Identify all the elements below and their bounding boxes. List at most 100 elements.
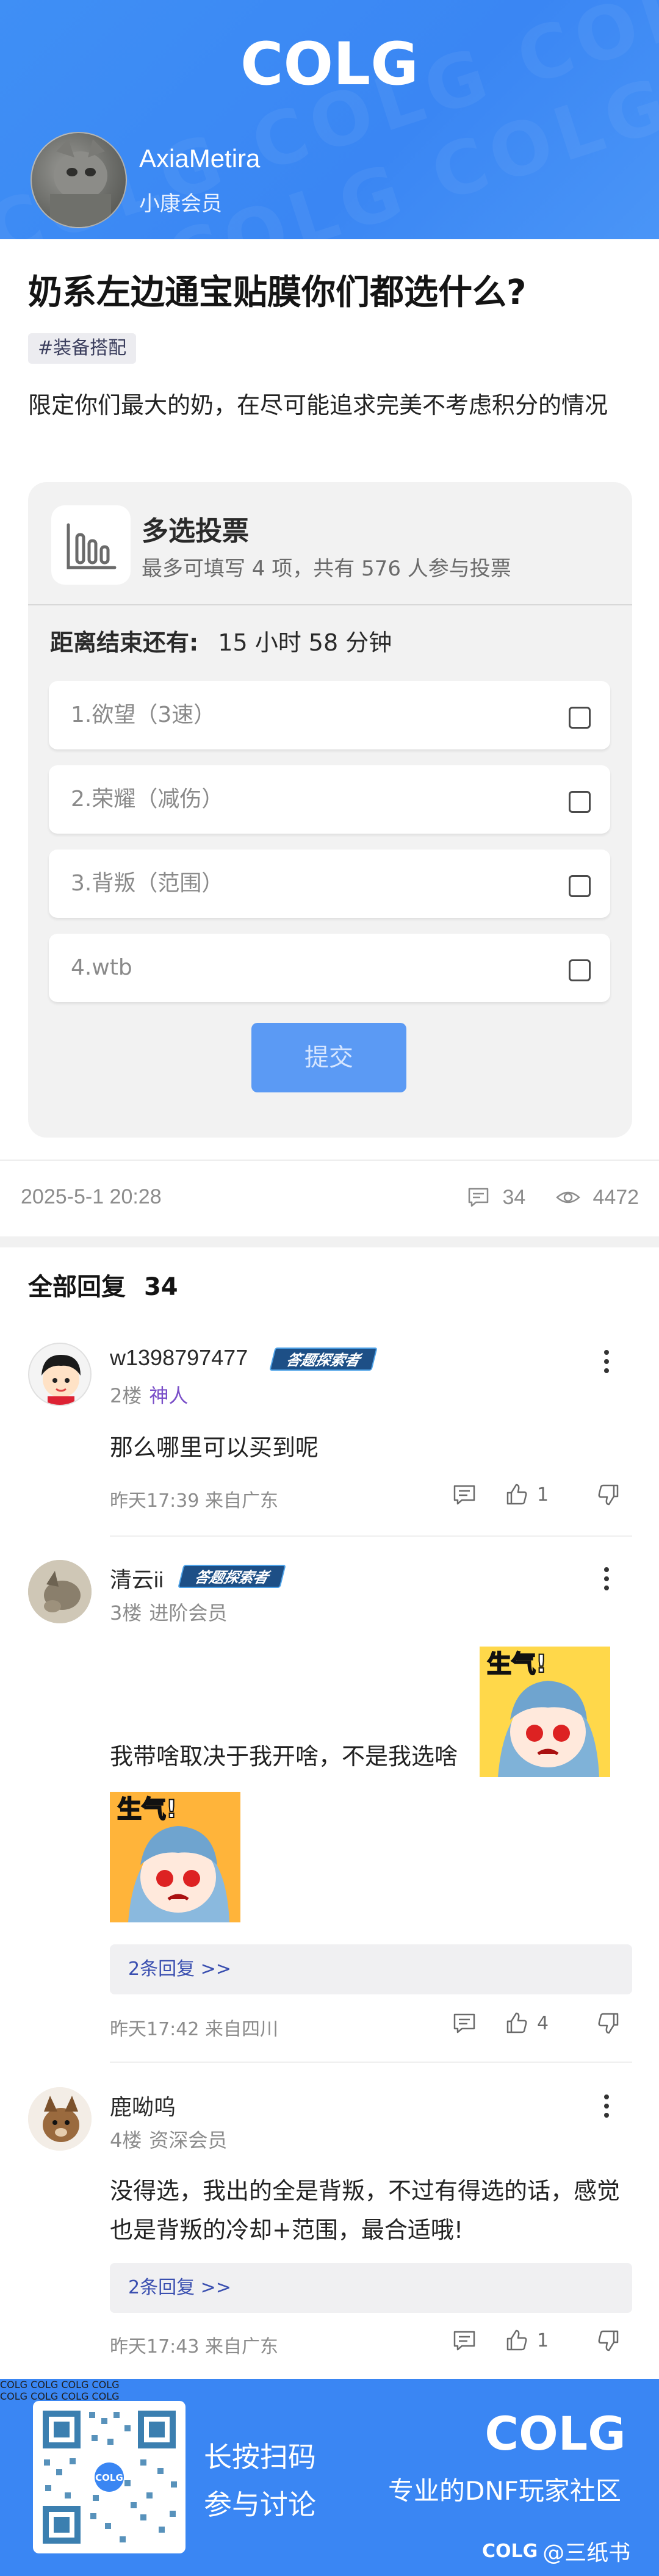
checkbox-icon[interactable] xyxy=(569,707,591,729)
colg-logo: COLG xyxy=(240,31,419,98)
dislike-button[interactable] xyxy=(596,2010,621,2036)
floor-number: 4楼 xyxy=(110,2129,142,2152)
reply-author-name[interactable]: 鹿呦呜 xyxy=(110,2090,176,2121)
countdown-value: 15 小时 58 分钟 xyxy=(218,629,392,656)
reply-button[interactable] xyxy=(452,1482,477,1507)
reply-icon xyxy=(453,1485,475,1505)
member-rank: 神人 xyxy=(149,1384,189,1407)
section-divider xyxy=(0,1236,659,1247)
reply-item: w1398797477 答题探索者 2楼 神人 那么哪里可以买到呢 昨天17:39… xyxy=(0,1337,659,1538)
avatar-image xyxy=(50,139,111,227)
reply-button[interactable] xyxy=(452,2010,477,2036)
reply-icon xyxy=(453,2013,475,2033)
divider xyxy=(110,2062,632,2063)
reply-floor: 3楼 进阶会员 xyxy=(110,1598,227,1626)
reply-time-location: 昨天17:43 来自广东 xyxy=(110,2336,278,2358)
reply-time-location: 昨天17:42 来自四川 xyxy=(110,2019,278,2040)
thumb-up-icon xyxy=(506,1484,527,1505)
like-count: 4 xyxy=(537,2012,549,2034)
replies-header-label: 全部回复 xyxy=(28,1273,126,1301)
footer-scan-label: 长按扫码 xyxy=(204,2441,316,2473)
svg-text:生气!: 生气! xyxy=(117,1795,177,1824)
avatar[interactable] xyxy=(28,1560,92,1623)
like-button[interactable]: 4 xyxy=(504,2010,549,2036)
avatar[interactable] xyxy=(28,1343,92,1406)
more-icon[interactable] xyxy=(600,2094,613,2122)
poll-card: 多选投票 最多可填写 4 项，共有 576 人参与投票 距离结束还有: 15 小… xyxy=(28,482,632,1138)
more-icon[interactable] xyxy=(600,1567,613,1595)
view-count: 4472 xyxy=(555,1185,639,1210)
author-name[interactable]: AxiaMetira xyxy=(139,144,260,173)
like-button[interactable]: 1 xyxy=(504,1482,549,1507)
thumb-down-icon xyxy=(598,1484,619,1506)
poll-submit-button[interactable]: 提交 xyxy=(251,1023,406,1092)
countdown-label: 距离结束还有: xyxy=(50,629,199,656)
like-button[interactable]: 1 xyxy=(504,2328,549,2353)
avatar[interactable] xyxy=(28,2087,92,2151)
reply-item: 清云ii 答题探索者 3楼 进阶会员 生气! 我带啥取决于我开啥，不是我选啥 生气… xyxy=(0,1554,659,2063)
reply-text: 那么哪里可以买到呢 xyxy=(110,1434,319,1461)
sub-replies-link[interactable]: 2条回复 >> xyxy=(110,1944,632,1994)
divider xyxy=(0,1160,659,1161)
comment-icon xyxy=(468,1188,489,1207)
post-title: 奶系左边通宝贴膜你们都选什么? xyxy=(28,273,527,312)
dislike-button[interactable] xyxy=(596,2328,621,2353)
poll-chart-icon xyxy=(51,505,131,585)
comment-count[interactable]: 34 xyxy=(466,1185,525,1210)
checkbox-icon[interactable] xyxy=(569,791,591,813)
floor-number: 3楼 xyxy=(110,1601,142,1625)
comment-count-value: 34 xyxy=(502,1186,526,1209)
author-avatar[interactable] xyxy=(31,132,127,228)
more-icon[interactable] xyxy=(600,1350,613,1377)
poll-option-2[interactable]: 2.荣耀（减伤） xyxy=(49,765,610,834)
reply-author-name[interactable]: 清云ii xyxy=(110,1562,164,1594)
poll-subtitle: 最多可填写 4 项，共有 576 人参与投票 xyxy=(142,557,511,581)
reply-text: 没得选，我出的全是背叛，不过有得选的话，感觉也是背叛的冷却+范围，最合适哦! xyxy=(110,2177,621,2243)
angry-sticker-image: 生气! xyxy=(110,1792,240,1922)
share-footer: COLG COLG COLG COLG COLG COLG COLG COLG … xyxy=(0,2379,659,2576)
svg-text:生气!: 生气! xyxy=(487,1650,547,1678)
member-rank: 资深会员 xyxy=(149,2129,228,2152)
view-count-value: 4472 xyxy=(592,1186,639,1209)
author-header: COLG COLG COLG COLG COLG COLG COLG COLG … xyxy=(0,0,659,239)
qr-code-icon[interactable]: COLG xyxy=(33,2401,185,2553)
reply-icon xyxy=(453,2331,475,2351)
poll-option-3[interactable]: 3.背叛（范围） xyxy=(49,850,610,918)
thumb-up-icon xyxy=(506,2012,527,2033)
reply-author-name[interactable]: w1398797477 xyxy=(110,1345,248,1371)
like-count: 1 xyxy=(537,1484,549,1506)
checkbox-icon[interactable] xyxy=(569,959,591,981)
dislike-button[interactable] xyxy=(596,1482,621,1507)
like-count: 1 xyxy=(537,2329,549,2351)
poll-option-label: 1.欲望（3速） xyxy=(71,702,216,727)
checkbox-icon[interactable] xyxy=(569,875,591,897)
watermark-pattern: COLG COLG COLG COLG xyxy=(0,2379,120,2390)
post-tag[interactable]: #装备搭配 xyxy=(28,333,137,364)
divider xyxy=(28,604,632,605)
thumb-up-icon xyxy=(506,2329,527,2351)
svg-text:COLG: COLG xyxy=(95,2472,123,2483)
footer-credit: COLG @三纸书 xyxy=(482,2535,630,2567)
reply-floor: 4楼 资深会员 xyxy=(110,2125,227,2153)
reply-text: 我带啥取决于我开啥，不是我选啥 xyxy=(110,1743,458,1770)
author-level: 小康会员 xyxy=(139,192,222,216)
eye-icon xyxy=(556,1191,580,1203)
svg-text:COLG: COLG xyxy=(240,31,419,98)
poll-option-label: 2.荣耀（减伤） xyxy=(71,787,224,812)
post-date: 2025-5-1 20:28 xyxy=(21,1185,162,1208)
divider xyxy=(110,1535,632,1537)
poll-option-1[interactable]: 1.欲望（3速） xyxy=(49,681,610,749)
reply-item: 鹿呦呜 4楼 资深会员 没得选，我出的全是背叛，不过有得选的话，感觉也是背叛的冷却… xyxy=(0,2081,659,2358)
reply-button[interactable] xyxy=(452,2328,477,2353)
poll-option-4[interactable]: 4.wtb xyxy=(49,934,610,1002)
reply-floor: 2楼 神人 xyxy=(110,1380,188,1409)
member-rank: 进阶会员 xyxy=(149,1601,228,1625)
answer-explorer-badge: 答题探索者 xyxy=(178,1565,286,1588)
replies-header-count: 34 xyxy=(143,1273,178,1301)
answer-explorer-badge: 答题探索者 xyxy=(269,1348,378,1371)
credit-author: @三纸书 xyxy=(542,2541,631,2566)
poll-title: 多选投票 xyxy=(142,516,249,547)
replies-header: 全部回复 34 xyxy=(28,1267,178,1302)
sub-replies-link[interactable]: 2条回复 >> xyxy=(110,2263,632,2313)
poll-option-label: 4.wtb xyxy=(71,955,132,980)
